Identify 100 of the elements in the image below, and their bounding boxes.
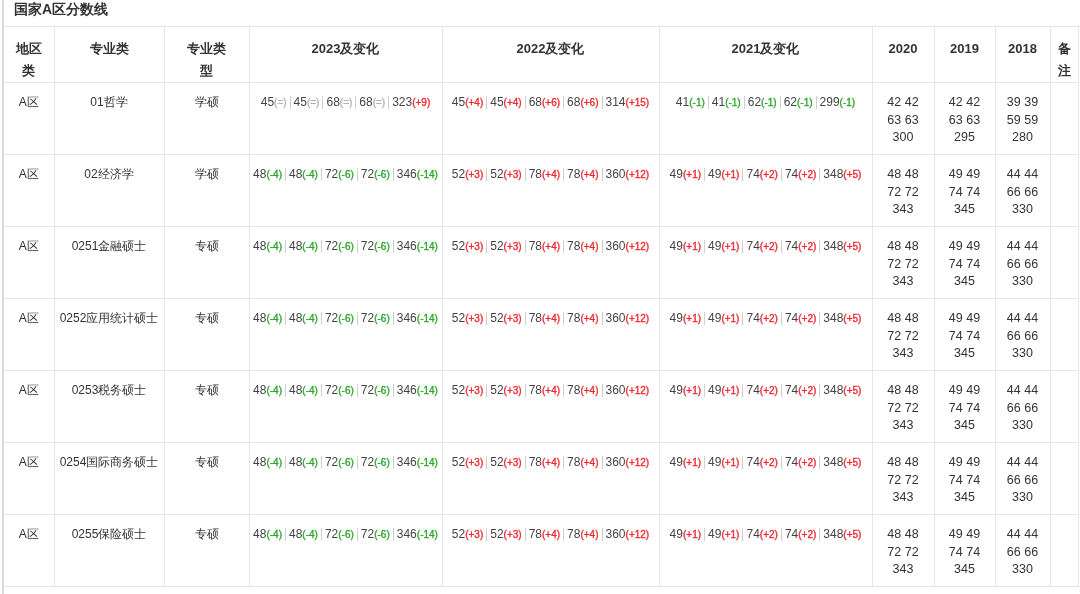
score-value: 49 bbox=[669, 166, 683, 183]
score-value: 78 bbox=[528, 526, 543, 543]
score-change: (+4) bbox=[542, 312, 561, 326]
score-value: 74 bbox=[746, 310, 760, 327]
score-value: 78 bbox=[567, 454, 581, 471]
score-change: (-4) bbox=[266, 312, 282, 326]
score-value: 323 bbox=[392, 94, 413, 111]
table-cell-text: 42 42 63 63 300 bbox=[886, 94, 920, 146]
table-cell: A区 bbox=[4, 154, 54, 227]
score-value: 346 bbox=[396, 310, 417, 327]
score-change: (-14) bbox=[416, 456, 438, 470]
score-value: 45 bbox=[490, 94, 504, 111]
score-change: (+4) bbox=[580, 240, 599, 254]
score-value: 299 bbox=[819, 94, 840, 111]
score-value: 52 bbox=[451, 382, 466, 399]
score-change: (+2) bbox=[759, 456, 778, 470]
score-value: 48 bbox=[253, 166, 267, 183]
score-value: 348 bbox=[823, 238, 844, 255]
table-cell-text: 48 48 72 72 343 bbox=[886, 238, 920, 290]
score-change: (=) bbox=[306, 96, 320, 110]
score-change: (-6) bbox=[338, 168, 354, 182]
score-value: 346 bbox=[396, 526, 417, 543]
score-value: 72 bbox=[360, 454, 375, 471]
score-change: (+6) bbox=[580, 96, 599, 110]
score-change: (+5) bbox=[843, 528, 862, 542]
table-cell-text: 44 44 66 66 330 bbox=[1005, 310, 1040, 362]
score-change: (+5) bbox=[843, 240, 862, 254]
score-change: (+3) bbox=[465, 168, 484, 182]
score-change: (+2) bbox=[759, 168, 778, 182]
score-value: 52 bbox=[451, 526, 466, 543]
table-cell-text: 49 49 74 74 345 bbox=[947, 166, 982, 218]
score-change: (+2) bbox=[759, 528, 778, 542]
table-cell-text: 48 48 72 72 343 bbox=[886, 166, 920, 218]
table-cell: 学硕 bbox=[164, 82, 249, 155]
table-cell-text: 39 39 59 59 280 bbox=[1005, 94, 1040, 146]
table-cell: 01哲学 bbox=[54, 82, 164, 155]
score-value: 72 bbox=[360, 526, 375, 543]
score-value: 72 bbox=[360, 382, 375, 399]
score-change: (+3) bbox=[465, 456, 484, 470]
table-cell: A区 bbox=[4, 298, 54, 371]
score-value: 360 bbox=[605, 382, 626, 399]
table-cell: 专硕 bbox=[164, 370, 249, 443]
score-change: (+12) bbox=[625, 528, 650, 542]
score-value: 78 bbox=[528, 382, 543, 399]
score-value: 74 bbox=[784, 526, 799, 543]
table-cell: 专硕 bbox=[164, 298, 249, 371]
score-value: 52 bbox=[451, 454, 466, 471]
table-cell: 专硕 bbox=[164, 442, 249, 515]
score-value: 62 bbox=[783, 94, 797, 111]
table-cell-text: 48 48 72 72 343 bbox=[886, 454, 920, 506]
score-value: 68 bbox=[326, 94, 340, 111]
score-change: (+9) bbox=[412, 96, 431, 110]
score-change: (-4) bbox=[266, 168, 282, 182]
score-change: (-4) bbox=[302, 456, 318, 470]
score-value: 48 bbox=[289, 382, 303, 399]
score-change: (+1) bbox=[721, 528, 740, 542]
score-change: (-6) bbox=[338, 456, 354, 470]
score-change: (+15) bbox=[625, 96, 650, 110]
score-change: (+3) bbox=[503, 168, 522, 182]
table-cell-text: 44 44 66 66 330 bbox=[1005, 382, 1040, 434]
score-value: 78 bbox=[567, 166, 581, 183]
score-value: 72 bbox=[324, 526, 339, 543]
score-value: 45 bbox=[260, 94, 275, 111]
score-change: (+4) bbox=[503, 96, 522, 110]
table-cell-text: 42 42 63 63 295 bbox=[947, 94, 982, 146]
score-value: 74 bbox=[784, 310, 799, 327]
score-value: 49 bbox=[708, 310, 722, 327]
score-value: 49 bbox=[708, 166, 722, 183]
score-value: 72 bbox=[360, 310, 375, 327]
score-change: (-4) bbox=[266, 528, 282, 542]
score-change: (+3) bbox=[465, 240, 484, 254]
score-value: 74 bbox=[784, 454, 799, 471]
score-value: 74 bbox=[746, 382, 760, 399]
score-change: (+12) bbox=[625, 456, 650, 470]
score-change: (-1) bbox=[689, 96, 705, 110]
score-value: 74 bbox=[784, 382, 799, 399]
score-value: 52 bbox=[490, 238, 504, 255]
score-value: 74 bbox=[746, 166, 760, 183]
score-change: (-4) bbox=[266, 456, 282, 470]
table-cell: 0254国际商务硕士 bbox=[54, 442, 164, 515]
score-value: 52 bbox=[490, 310, 504, 327]
score-change: (-6) bbox=[374, 168, 390, 182]
score-value: 49 bbox=[669, 310, 683, 327]
score-value: 360 bbox=[605, 526, 626, 543]
score-change: (+1) bbox=[721, 312, 740, 326]
table-cell: 专硕 bbox=[164, 514, 249, 587]
score-value: 348 bbox=[823, 454, 844, 471]
score-value: 74 bbox=[784, 166, 799, 183]
score-change: (+1) bbox=[721, 456, 740, 470]
score-value: 52 bbox=[451, 238, 466, 255]
table-cell: A区 bbox=[4, 370, 54, 443]
score-value: 48 bbox=[289, 166, 303, 183]
score-change: (+4) bbox=[580, 168, 599, 182]
score-value: 346 bbox=[396, 166, 417, 183]
score-value: 52 bbox=[490, 166, 504, 183]
score-value: 72 bbox=[324, 382, 339, 399]
score-change: (-14) bbox=[416, 168, 438, 182]
table-cell-text: 49 49 74 74 345 bbox=[947, 526, 982, 578]
score-value: 49 bbox=[669, 238, 683, 255]
score-value: 49 bbox=[708, 382, 722, 399]
